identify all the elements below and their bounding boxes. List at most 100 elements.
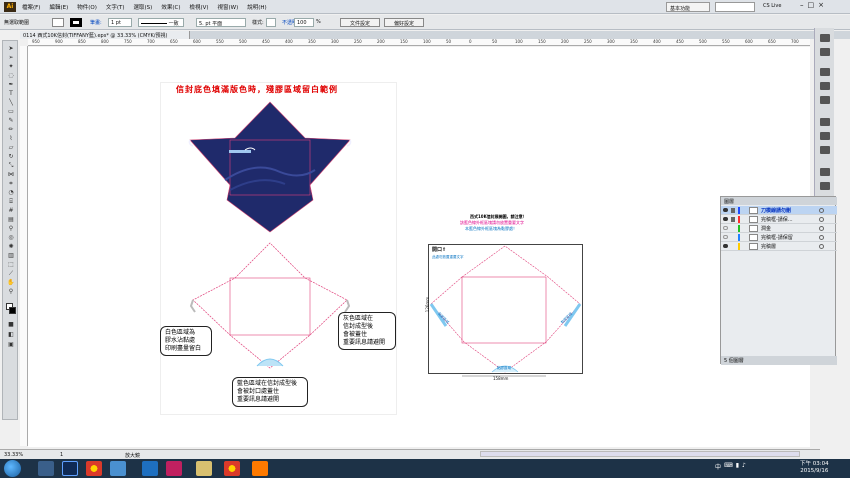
type-tool-icon[interactable]: T xyxy=(6,90,16,98)
lock-icon[interactable] xyxy=(731,208,735,213)
menu-view[interactable]: 檢視(V) xyxy=(189,3,208,11)
horizontal-scrollbar[interactable] xyxy=(480,451,800,457)
eyedropper-icon[interactable]: ⚲ xyxy=(6,225,16,233)
menu-edit[interactable]: 編輯(E) xyxy=(49,3,68,11)
free-transform-icon[interactable]: ⌗ xyxy=(6,180,16,188)
app-icon[interactable] xyxy=(110,461,126,476)
canvas[interactable] xyxy=(28,47,810,447)
layer-row[interactable]: 完稿框-請保留 xyxy=(721,233,837,242)
style-swatch[interactable] xyxy=(266,18,276,27)
visibility-eye-icon[interactable] xyxy=(723,208,728,212)
menu-select[interactable]: 選取(S) xyxy=(134,3,153,11)
layer-row[interactable]: 完稿框-請保... xyxy=(721,215,837,224)
selection-tool-icon[interactable]: ➤ xyxy=(6,45,16,53)
cs-live-button[interactable]: CS Live xyxy=(763,3,781,9)
preferences-button[interactable]: 偏好設定 xyxy=(384,18,424,27)
artboard-tool-icon[interactable]: ⬚ xyxy=(6,261,16,269)
direct-selection-tool-icon[interactable]: ➢ xyxy=(6,54,16,62)
minimize-icon[interactable]: – xyxy=(800,1,804,9)
color-guide-icon[interactable] xyxy=(820,48,830,56)
visibility-eye-icon[interactable] xyxy=(723,244,728,248)
stroke-swatch[interactable] xyxy=(70,18,82,27)
layer-row[interactable]: 完稿層 xyxy=(721,242,837,251)
scale-icon[interactable]: ⤡ xyxy=(6,162,16,170)
visibility-eye-icon[interactable] xyxy=(723,217,728,221)
zoom-tool-icon[interactable]: ⚲ xyxy=(6,288,16,296)
target-circle-icon[interactable] xyxy=(819,235,824,240)
screen-mode-icon[interactable]: ▣ xyxy=(6,341,16,349)
stroke-weight-field[interactable]: 1 pt xyxy=(108,18,132,27)
search-input[interactable] xyxy=(715,2,755,12)
layer-row[interactable]: 潤金 xyxy=(721,224,837,233)
graphic-styles-icon[interactable] xyxy=(820,182,830,190)
layer-name[interactable]: 刀模線請勿刪 xyxy=(761,207,791,214)
internet-explorer-icon[interactable] xyxy=(142,461,158,476)
magic-wand-icon[interactable]: ✦ xyxy=(6,63,16,71)
mesh-icon[interactable]: # xyxy=(6,207,16,215)
volume-icon[interactable]: ♪ xyxy=(742,462,746,471)
layer-name[interactable]: 完稿框-請保留 xyxy=(761,234,793,241)
visibility-eye-icon[interactable] xyxy=(723,235,728,239)
shape-builder-icon[interactable]: ◔ xyxy=(6,189,16,197)
pen-tool-icon[interactable]: ✒ xyxy=(6,81,16,89)
menu-file[interactable]: 檔案(F) xyxy=(22,3,40,11)
chrome-icon[interactable] xyxy=(86,461,102,476)
opacity-field[interactable]: 100 xyxy=(294,18,314,27)
hand-tool-icon[interactable]: ✋ xyxy=(6,279,16,287)
layer-name[interactable]: 潤金 xyxy=(761,225,771,232)
menu-type[interactable]: 文字(T) xyxy=(106,3,125,11)
document-setup-button[interactable]: 文件設定 xyxy=(340,18,380,27)
folder-icon[interactable] xyxy=(196,461,212,476)
network-icon[interactable]: ▮ xyxy=(736,462,739,471)
blob-brush-icon[interactable]: ⌇ xyxy=(6,135,16,143)
layer-name[interactable]: 完稿框-請保... xyxy=(761,216,793,223)
stroke-panel-icon[interactable] xyxy=(820,118,830,126)
brushes-icon[interactable] xyxy=(820,82,830,90)
illustrator-taskbar-icon[interactable] xyxy=(252,461,268,476)
graph-tool-icon[interactable]: ▥ xyxy=(6,252,16,260)
gradient-panel-icon[interactable] xyxy=(820,132,830,140)
ime-indicator[interactable]: 中 xyxy=(715,462,721,471)
visibility-eye-icon[interactable] xyxy=(723,226,728,230)
transparency-icon[interactable] xyxy=(820,146,830,154)
target-circle-icon[interactable] xyxy=(819,208,824,213)
explorer-icon[interactable] xyxy=(38,461,54,476)
gradient-icon[interactable]: ▤ xyxy=(6,216,16,224)
stroke-label[interactable]: 筆畫: xyxy=(90,19,102,26)
chrome-icon[interactable] xyxy=(224,461,240,476)
rotate-icon[interactable]: ↻ xyxy=(6,153,16,161)
fill-swatch[interactable] xyxy=(52,18,64,27)
blend-icon[interactable]: ◎ xyxy=(6,234,16,242)
layer-name[interactable]: 完稿層 xyxy=(761,243,776,250)
lasso-icon[interactable]: ◌ xyxy=(6,72,16,80)
appearance-icon[interactable] xyxy=(820,168,830,176)
swatches-icon[interactable] xyxy=(820,68,830,76)
photoshop-icon[interactable] xyxy=(62,461,78,476)
eraser-icon[interactable]: ▱ xyxy=(6,144,16,152)
close-icon[interactable]: × xyxy=(818,1,824,9)
target-circle-icon[interactable] xyxy=(819,217,824,222)
symbols-icon[interactable] xyxy=(820,96,830,104)
stroke-color-icon[interactable] xyxy=(9,307,16,314)
width-tool-icon[interactable]: ⋈ xyxy=(6,171,16,179)
clock[interactable]: 下午 03:04 2015/9/16 xyxy=(800,461,829,475)
paintbrush-icon[interactable]: ✎ xyxy=(6,117,16,125)
page-number[interactable]: 1 xyxy=(60,452,63,458)
slice-tool-icon[interactable]: ⟋ xyxy=(6,270,16,278)
rectangle-tool-icon[interactable]: ▭ xyxy=(6,108,16,116)
draw-mode-icon[interactable]: ◧ xyxy=(6,331,16,339)
document-tab[interactable]: 0114 西式10K信封(TIFFANY藍).eps* @ 33.33% (CM… xyxy=(20,31,190,39)
menu-effect[interactable]: 效果(C) xyxy=(161,3,180,11)
layer-row[interactable]: 刀模線請勿刪 xyxy=(721,206,837,215)
color-panel-icon[interactable] xyxy=(820,34,830,42)
line-tool-icon[interactable]: ╲ xyxy=(6,99,16,107)
stroke-profile-select[interactable]: 一致 xyxy=(138,18,184,27)
layers-panel-tab[interactable]: 圖層 xyxy=(721,197,837,205)
color-mode-icon[interactable]: ■ xyxy=(6,321,16,329)
symbol-sprayer-icon[interactable]: ✺ xyxy=(6,243,16,251)
lock-icon[interactable] xyxy=(731,217,735,222)
target-circle-icon[interactable] xyxy=(819,244,824,249)
menu-object[interactable]: 物件(O) xyxy=(77,3,97,11)
keyboard-icon[interactable]: ⌨ xyxy=(724,462,733,471)
perspective-grid-icon[interactable]: ⌸ xyxy=(6,198,16,206)
